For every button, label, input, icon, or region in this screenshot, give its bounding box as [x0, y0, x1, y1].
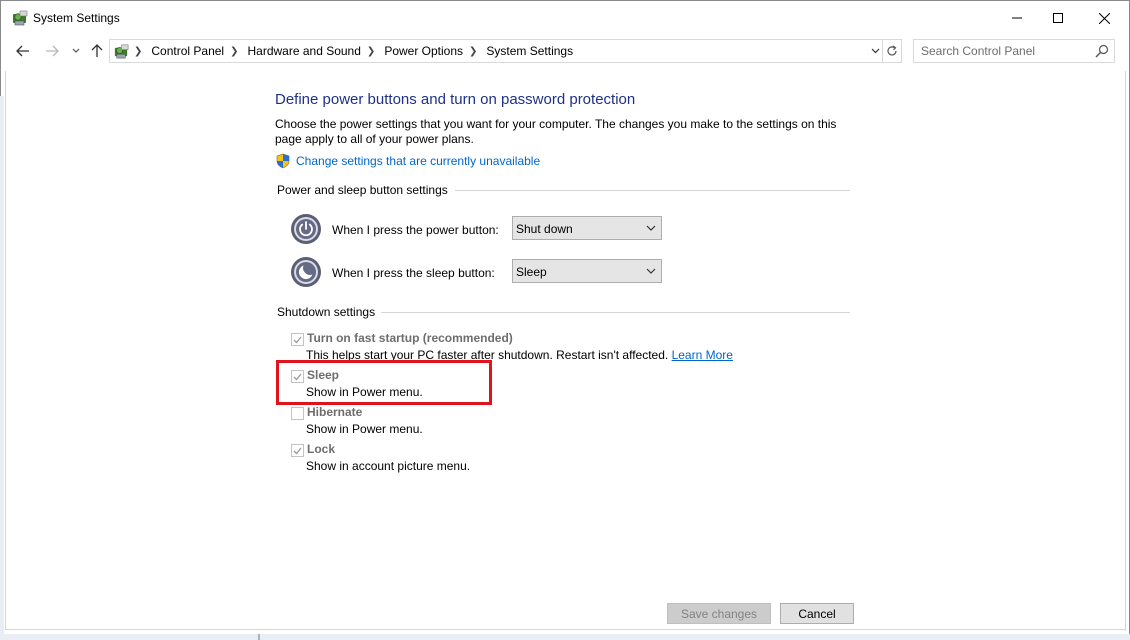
minimize-icon	[1012, 17, 1022, 19]
breadcrumb: ❯ Control Panel ❯ Hardware and Sound ❯ P…	[134, 44, 573, 58]
breadcrumb-hardware-and-sound[interactable]: Hardware and Sound	[248, 44, 361, 58]
address-dropdown-button[interactable]	[868, 44, 882, 58]
power-button-icon	[291, 214, 321, 244]
maximize-button[interactable]	[1035, 1, 1081, 35]
breadcrumb-system-settings[interactable]: System Settings	[486, 44, 573, 58]
learn-more-link[interactable]: Learn More	[672, 348, 733, 362]
hibernate-description: Show in Power menu.	[306, 422, 423, 436]
sleep-button-icon	[291, 257, 321, 287]
breadcrumb-separator-icon[interactable]: ❯	[469, 46, 477, 57]
close-icon	[1098, 12, 1110, 24]
hibernate-label: Hibernate	[307, 405, 363, 419]
power-button-row: When I press the power button: Shut down	[290, 213, 670, 247]
power-button-label: When I press the power button:	[332, 223, 499, 237]
recent-locations-button[interactable]	[67, 41, 85, 61]
search-icon[interactable]	[1095, 44, 1109, 58]
fast-startup-checkbox[interactable]	[291, 333, 304, 346]
page-title: Define power buttons and turn on passwor…	[275, 91, 636, 108]
search-input[interactable]	[914, 40, 1090, 62]
highlight-annotation	[276, 360, 492, 405]
lock-description: Show in account picture menu.	[306, 459, 471, 473]
window-title: System Settings	[33, 11, 120, 25]
arrow-left-icon	[16, 45, 29, 57]
power-button-select[interactable]: Shut down	[512, 216, 662, 240]
close-button[interactable]	[1081, 1, 1127, 35]
content-border	[5, 71, 6, 629]
page-description: Choose the power settings that you want …	[275, 117, 837, 146]
content-border	[5, 629, 1125, 630]
minimize-button[interactable]	[994, 1, 1040, 35]
sleep-button-select[interactable]: Sleep	[512, 259, 662, 283]
maximize-icon	[1053, 13, 1063, 23]
section-divider	[455, 190, 850, 191]
checkmark-icon	[293, 447, 302, 454]
sleep-button-value: Sleep	[516, 265, 547, 279]
hibernate-option: Hibernate Show in Power menu.	[291, 405, 851, 439]
lock-checkbox[interactable]	[291, 444, 304, 457]
search-box	[913, 39, 1115, 63]
back-button[interactable]	[14, 41, 32, 61]
breadcrumb-separator-icon[interactable]: ❯	[367, 46, 375, 57]
breadcrumb-control-panel[interactable]: Control Panel	[151, 44, 224, 58]
change-settings-link[interactable]: Change settings that are currently unava…	[296, 154, 540, 168]
chevron-down-icon	[646, 268, 656, 274]
navigation-bar: ❯ Control Panel ❯ Hardware and Sound ❯ P…	[1, 37, 1130, 65]
up-button[interactable]	[88, 41, 106, 61]
desktop-edge-notch	[258, 634, 260, 640]
arrow-up-icon	[91, 44, 103, 57]
power-section-heading: Power and sleep button settings	[277, 183, 454, 197]
power-button-value: Shut down	[516, 222, 573, 236]
refresh-icon	[887, 45, 897, 56]
save-changes-button[interactable]: Save changes	[667, 603, 771, 624]
breadcrumb-separator-icon[interactable]: ❯	[230, 46, 238, 57]
shutdown-section-heading: Shutdown settings	[277, 305, 382, 319]
lock-label: Lock	[307, 442, 336, 456]
desktop-edge	[0, 96, 4, 640]
control-panel-icon	[114, 44, 129, 59]
uac-shield-icon	[276, 153, 290, 169]
address-bar[interactable]: ❯ Control Panel ❯ Hardware and Sound ❯ P…	[109, 39, 883, 63]
chevron-down-icon	[72, 48, 80, 53]
hibernate-checkbox[interactable]	[291, 407, 304, 420]
sleep-button-label: When I press the sleep button:	[332, 266, 495, 280]
chevron-down-icon	[646, 225, 656, 231]
control-panel-icon	[13, 10, 28, 26]
fast-startup-label: Turn on fast startup (recommended)	[307, 331, 513, 345]
desktop-edge	[0, 634, 1130, 640]
sleep-button-row: When I press the sleep button: Sleep	[290, 256, 670, 290]
title-bar: System Settings	[1, 1, 1130, 35]
forward-button[interactable]	[43, 41, 61, 61]
breadcrumb-power-options[interactable]: Power Options	[384, 44, 463, 58]
chevron-down-icon	[871, 48, 879, 54]
arrow-right-icon	[46, 45, 59, 57]
lock-option: Lock Show in account picture menu.	[291, 442, 851, 476]
checkmark-icon	[293, 336, 302, 343]
content-border	[1125, 71, 1126, 631]
system-settings-window: System Settings ❯ Control Panel ❯ Hardwa…	[0, 0, 1130, 640]
refresh-button[interactable]	[883, 39, 902, 63]
breadcrumb-separator-icon[interactable]: ❯	[134, 46, 142, 57]
section-divider	[381, 312, 850, 313]
cancel-button[interactable]: Cancel	[780, 603, 854, 624]
